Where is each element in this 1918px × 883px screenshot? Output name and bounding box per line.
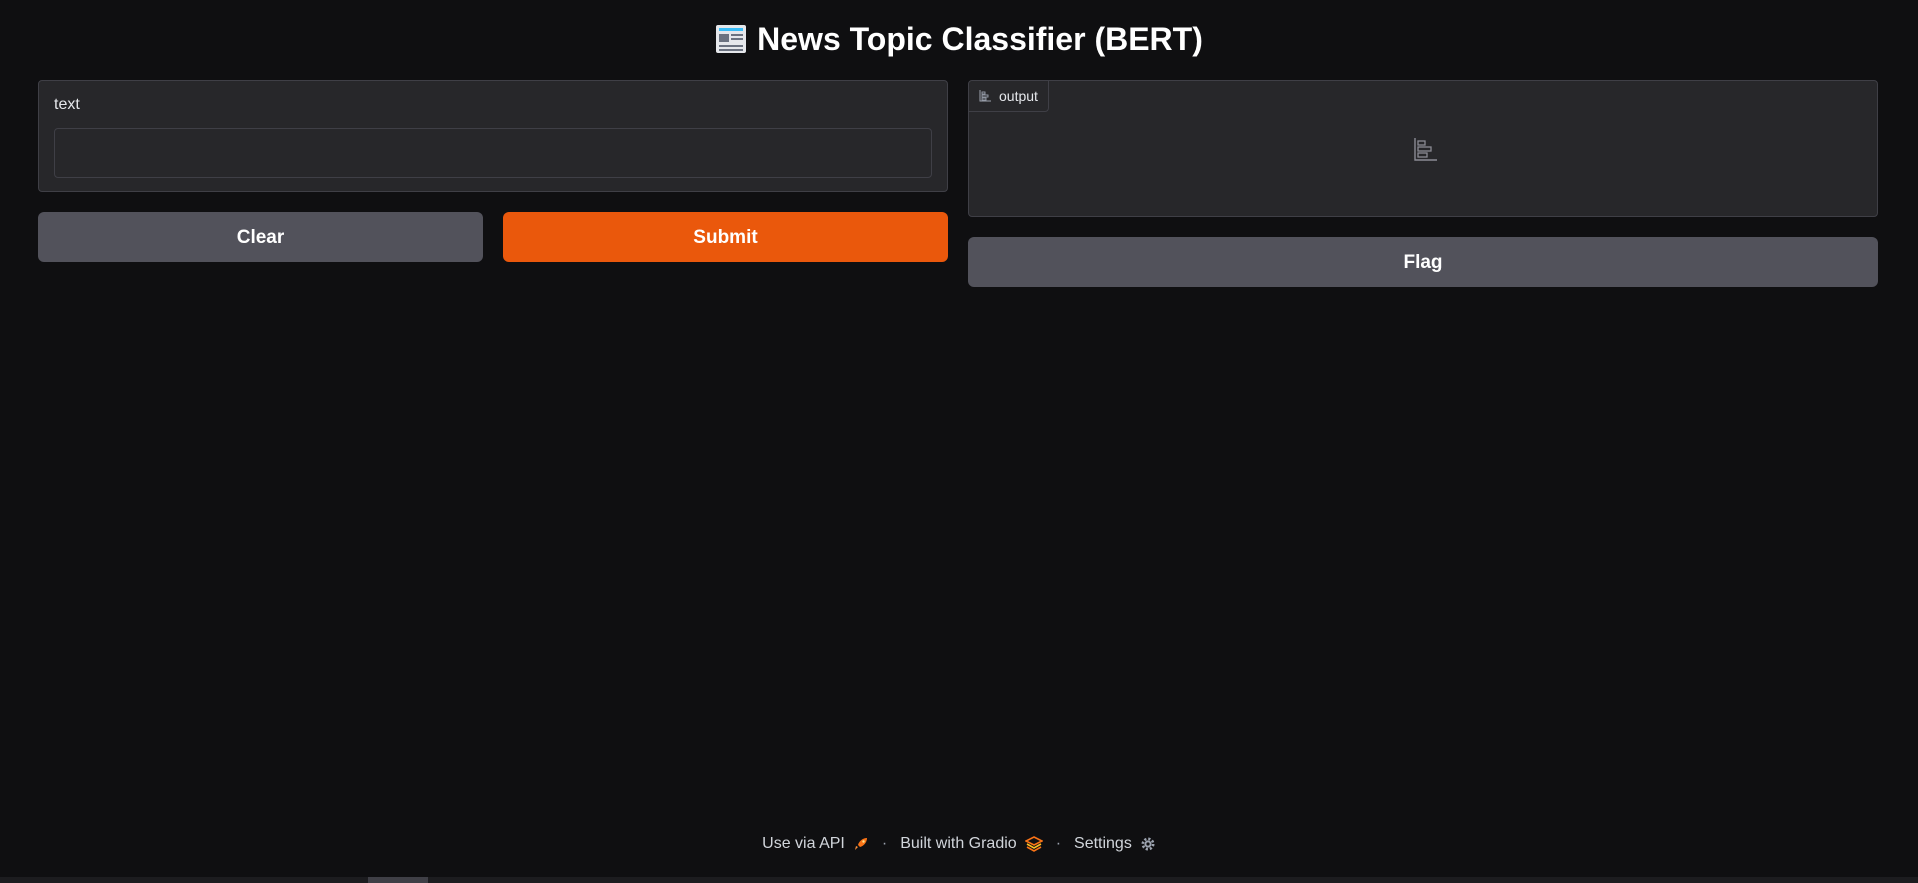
use-via-api-label: Use via API — [762, 835, 845, 852]
horizontal-scrollbar[interactable] — [0, 877, 1918, 883]
output-block: output — [968, 80, 1878, 217]
footer: Use via API · Built with Gradio · Settin… — [0, 833, 1918, 855]
output-label-tag: output — [969, 81, 1049, 112]
settings-link[interactable]: Settings — [1074, 835, 1156, 853]
gear-icon — [1141, 837, 1155, 851]
built-with-gradio-label: Built with Gradio — [900, 835, 1017, 852]
page-title-text: News Topic Classifier (BERT) — [757, 21, 1203, 57]
text-input-block: text — [38, 80, 948, 192]
settings-label: Settings — [1074, 835, 1132, 852]
app-page: News Topic Classifier (BERT) text Clear … — [0, 0, 1918, 883]
output-label: output — [999, 88, 1038, 104]
rocket-icon — [854, 838, 867, 850]
text-input-label: text — [54, 96, 80, 113]
footer-separator: · — [1055, 835, 1062, 852]
text-input[interactable] — [54, 128, 932, 178]
bar-chart-icon — [1414, 138, 1437, 161]
scrollbar-thumb[interactable] — [368, 877, 428, 883]
submit-button[interactable]: Submit — [503, 212, 948, 262]
footer-separator: · — [881, 835, 888, 852]
newspaper-icon — [716, 25, 747, 53]
gradio-logo-icon — [1024, 836, 1043, 852]
use-via-api-link[interactable]: Use via API — [762, 835, 869, 853]
page-title: News Topic Classifier (BERT) — [0, 18, 1918, 60]
clear-button[interactable]: Clear — [38, 212, 483, 262]
flag-button[interactable]: Flag — [968, 237, 1878, 287]
built-with-gradio-link[interactable]: Built with Gradio — [900, 835, 1043, 853]
bar-chart-icon — [979, 90, 991, 102]
